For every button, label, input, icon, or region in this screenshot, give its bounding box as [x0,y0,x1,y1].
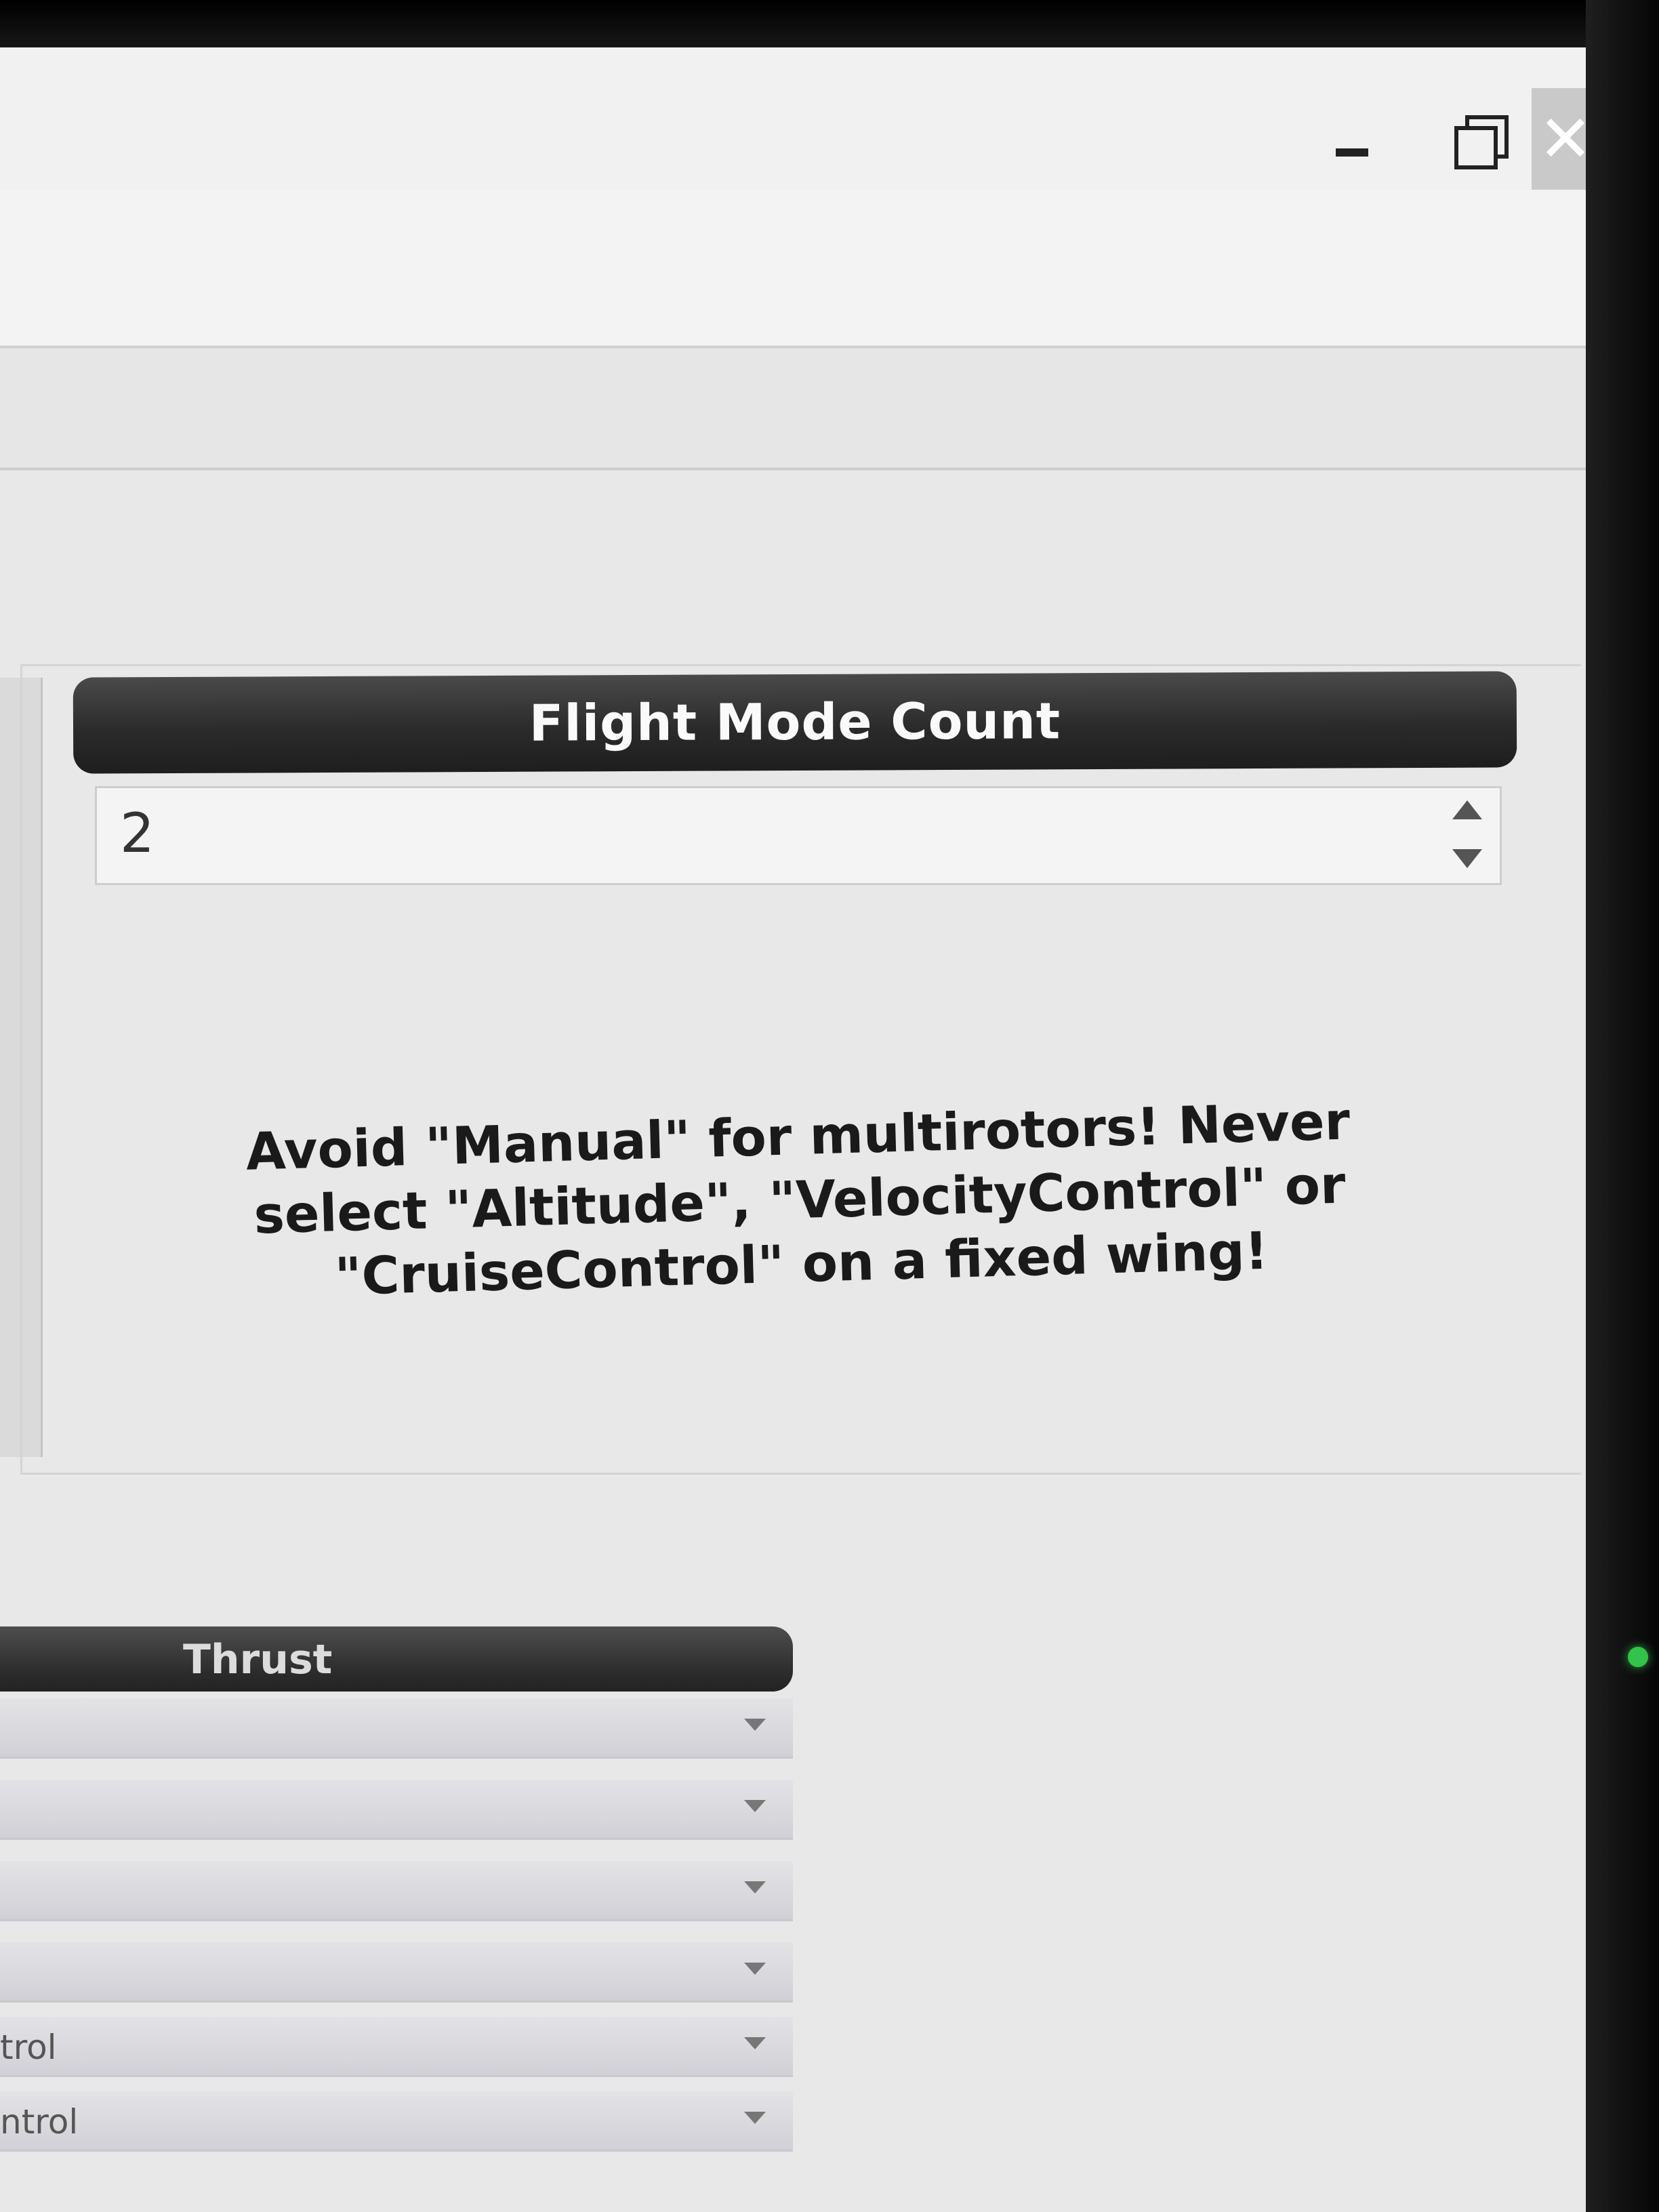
flight-mode-count-value: 2 [120,802,155,865]
restore-button[interactable] [1430,95,1518,183]
chevron-down-icon [744,1719,766,1731]
dropdown-label: ntrol [0,2102,79,2142]
thrust-dropdown-6[interactable]: ntrol [0,2091,793,2152]
close-button[interactable]: ✕ [1532,88,1586,190]
restore-icon [1454,126,1498,169]
chevron-down-icon [744,2037,766,2049]
chevron-down-icon [744,1963,766,1975]
spin-up-icon[interactable] [1452,800,1482,819]
dropdown-label: trol [0,2028,57,2067]
spinbox-arrows[interactable] [1447,800,1488,868]
fixed-wing-warning-text: Avoid "Manual" for multirotors! Never se… [245,1090,1351,1307]
minimize-icon [1336,148,1368,157]
thrust-title: Thrust [183,1636,333,1683]
thrust-dropdown-4[interactable] [0,1942,793,2003]
thrust-dropdown-1[interactable] [0,1698,793,1759]
close-icon: ✕ [1538,101,1586,177]
title-bar: ✕ [0,47,1586,190]
thrust-dropdown-3[interactable] [0,1861,793,1921]
monitor-bezel-right [1586,0,1659,2212]
thrust-dropdown-2[interactable] [0,1780,793,1840]
toolbar-area [0,190,1586,348]
flight-mode-count-title: Flight Mode Count [529,692,1061,753]
flight-mode-count-header: Flight Mode Count [73,671,1517,774]
monitor-bezel-top [0,0,1659,53]
minimize-button[interactable] [1308,95,1396,183]
chevron-down-icon [744,1800,766,1812]
thrust-header: Thrust [0,1626,793,1692]
thrust-dropdown-5[interactable]: trol [0,2017,793,2077]
chevron-down-icon [744,2112,766,2124]
spin-down-icon[interactable] [1452,849,1482,868]
app-window: ✕ Flight Mode Count 2 Avoid "Manual" for… [0,47,1586,2212]
chevron-down-icon [744,1881,766,1893]
power-led-icon [1628,1647,1648,1667]
flight-mode-count-spinbox[interactable]: 2 [95,786,1502,885]
